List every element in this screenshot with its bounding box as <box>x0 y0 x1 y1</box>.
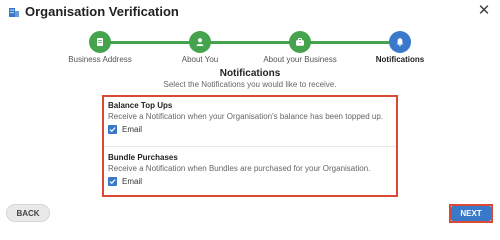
section-subtitle: Select the Notifications you would like … <box>163 80 337 89</box>
email-option-row[interactable]: Email <box>108 177 394 186</box>
group-title: Balance Top Ups <box>108 101 173 110</box>
step-business-address[interactable] <box>89 31 111 53</box>
email-option-row[interactable]: Email <box>108 125 394 134</box>
close-button[interactable]: ✕ <box>476 3 492 19</box>
section-title: Notifications <box>219 68 281 79</box>
person-icon <box>196 38 204 46</box>
building-icon <box>9 8 19 17</box>
document-icon <box>97 38 103 46</box>
close-icon: ✕ <box>477 2 491 19</box>
group-description: Receive a Notification when your Organis… <box>108 112 384 121</box>
group-bundle-purchases: Bundle Purchases Receive a Notification … <box>108 153 394 186</box>
back-button[interactable]: BACK <box>6 204 50 222</box>
stepper-track <box>100 41 400 44</box>
group-balance-top-ups: Balance Top Ups Receive a Notification w… <box>108 101 394 134</box>
step-about-you[interactable] <box>189 31 211 53</box>
window-title: Organisation Verification <box>25 4 179 19</box>
step-label-notifications: Notifications <box>375 55 425 64</box>
group-divider <box>104 146 396 147</box>
step-label-about-your-business: About your Business <box>263 55 337 64</box>
step-about-your-business[interactable] <box>289 31 311 53</box>
step-label-about-you: About You <box>181 55 219 64</box>
checkmark-icon <box>109 179 116 185</box>
email-checkbox[interactable] <box>108 177 117 186</box>
email-label: Email <box>122 177 143 186</box>
next-button[interactable]: NEXT <box>451 206 491 221</box>
group-title: Bundle Purchases <box>108 153 178 162</box>
email-checkbox[interactable] <box>108 125 117 134</box>
step-notifications[interactable] <box>389 31 411 53</box>
title-bar: Organisation Verification ✕ <box>0 0 500 26</box>
email-label: Email <box>122 125 143 134</box>
bell-icon <box>396 38 404 47</box>
group-description: Receive a Notification when Bundles are … <box>108 164 371 173</box>
notification-options-panel: Balance Top Ups Receive a Notification w… <box>102 95 398 197</box>
step-label-business-address: Business Address <box>68 55 132 64</box>
checkmark-icon <box>109 127 116 133</box>
briefcase-icon <box>296 38 304 46</box>
progress-stepper: Business Address About You About your Bu… <box>0 28 500 68</box>
